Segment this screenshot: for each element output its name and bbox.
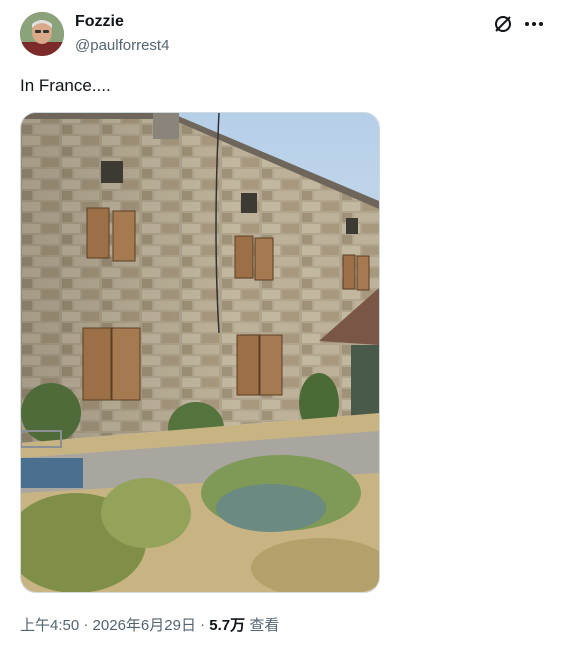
tweet-date[interactable]: 2026年6月29日 (93, 617, 196, 634)
meta-separator-2: · (200, 616, 206, 633)
tweet-photo[interactable] (20, 112, 380, 593)
meta-separator-1: · (83, 616, 89, 633)
avatar[interactable] (20, 12, 64, 56)
grok-button[interactable] (492, 13, 514, 35)
author-name[interactable]: Fozzie (75, 13, 124, 31)
more-button[interactable] (523, 13, 545, 35)
views-count: 5.7万 (209, 617, 246, 634)
views-label: 查看 (249, 617, 280, 634)
tweet-meta: 上午4:50 · 2026年6月29日 · 5.7万 查看 (20, 614, 279, 635)
more-horizontal-icon (525, 22, 543, 26)
tweet-text: In France.... (20, 76, 111, 95)
avatar-image (20, 12, 64, 56)
tweet-time[interactable]: 上午4:50 (20, 617, 79, 634)
grok-slash-icon (495, 16, 511, 32)
house-photo (21, 113, 379, 592)
tweet: Fozzie @paulforrest4 In France.... 上午4:5… (0, 0, 562, 652)
author-handle[interactable]: @paulforrest4 (75, 37, 169, 54)
